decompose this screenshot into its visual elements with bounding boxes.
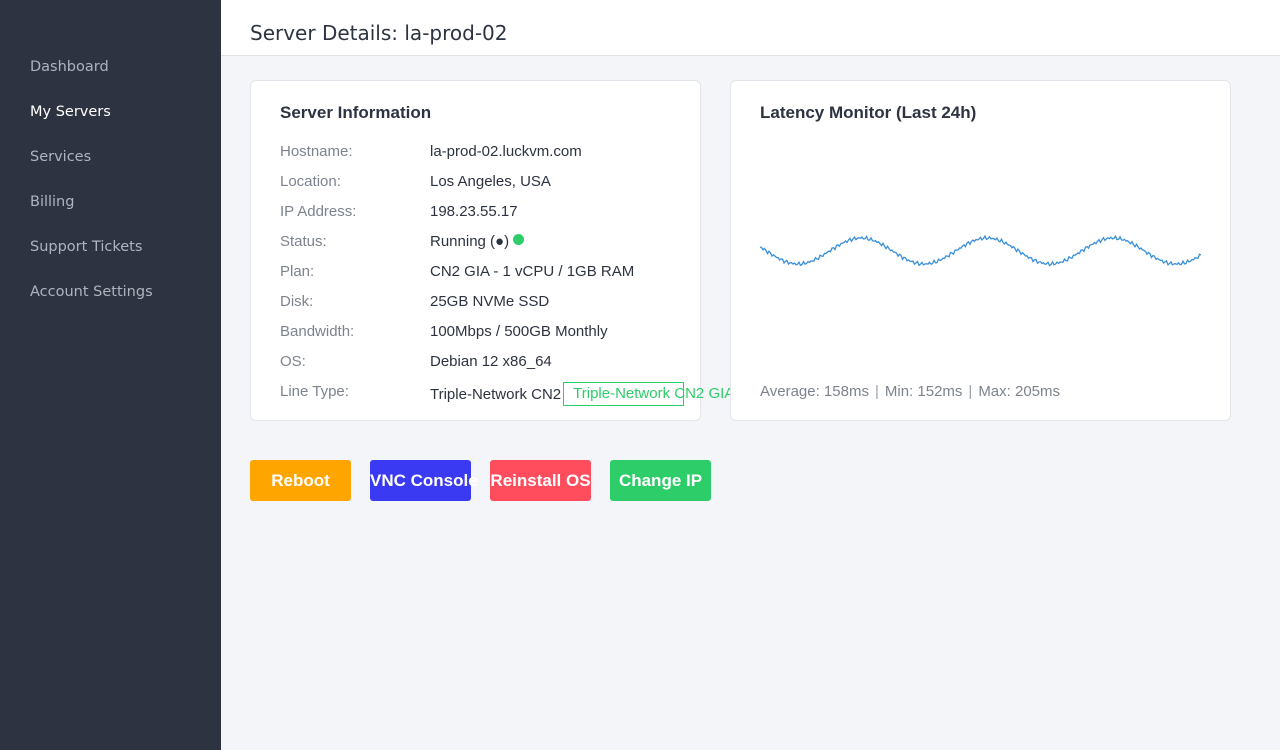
server-info-title: Server Information (280, 103, 432, 122)
page-header: Server Details: la-prod-02 (221, 0, 1280, 56)
latency-summary: Average: 158ms | Min: 152ms | Max: 205ms (760, 383, 1060, 400)
sidebar-item-support-tickets[interactable]: Support Tickets (30, 239, 142, 255)
reinstall-os-button[interactable]: Reinstall OS (490, 460, 591, 501)
status-dot-icon (513, 234, 525, 245)
status-value-wrap: Running (●) (430, 233, 525, 250)
info-row-os: OS: Debian 12 x86_64 (280, 353, 720, 373)
separator: | (874, 383, 879, 400)
line-type-value: Triple-Network CN2 (430, 386, 562, 403)
os-label: OS: (280, 353, 306, 370)
sidebar-item-billing[interactable]: Billing (30, 194, 74, 210)
latency-chart (760, 234, 1201, 267)
info-row-location: Location: Los Angeles, USA (280, 173, 720, 193)
change-ip-button[interactable]: Change IP (610, 460, 711, 501)
disk-label: Disk: (280, 293, 314, 310)
ip-address-label: IP Address: (280, 203, 357, 220)
info-row-line-type: Line Type: Triple-Network CN2 Triple-Netw… (280, 382, 734, 406)
location-label: Location: (280, 173, 341, 190)
hostname-label: Hostname: (280, 143, 353, 160)
server-info-card: Server Information Hostname: la-prod-02.… (250, 80, 734, 421)
info-row-disk: Disk: 25GB NVMe SSD (280, 293, 720, 313)
info-row-bandwidth: Bandwidth: 100Mbps / 500GB Monthly (280, 323, 720, 343)
reboot-button[interactable]: Reboot (250, 460, 351, 501)
line-type-value-wrap: Triple-Network CN2 Triple-Network CN2 GIA (430, 382, 734, 407)
bandwidth-value: 100Mbps / 500GB Monthly (430, 323, 608, 340)
info-row-plan: Plan: CN2 GIA - 1 vCPU / 1GB RAM (280, 263, 720, 283)
bandwidth-label: Bandwidth: (280, 323, 355, 340)
latency-line (760, 234, 1201, 267)
latency-monitor-title: Latency Monitor (Last 24h) (760, 103, 977, 122)
hostname-value: la-prod-02.luckvm.com (430, 143, 582, 160)
sidebar-item-services[interactable]: Services (30, 149, 91, 165)
page-title: Server Details: la-prod-02 (250, 21, 508, 45)
sidebar: Dashboard My Servers Services Billing Su… (0, 0, 221, 750)
latency-max: Max: 205ms (978, 383, 1061, 400)
info-row-ip-address: IP Address: 198.23.55.17 (280, 203, 720, 223)
latency-average: Average: 158ms (760, 383, 869, 400)
sidebar-item-my-servers[interactable]: My Servers (30, 104, 111, 120)
plan-label: Plan: (280, 263, 315, 280)
info-row-status: Status: Running (●) (280, 233, 720, 253)
sidebar-item-account-settings[interactable]: Account Settings (30, 284, 153, 300)
latency-monitor-card: Latency Monitor (Last 24h) Average: 158m… (730, 80, 1231, 421)
status-value: Running (●) (430, 233, 510, 250)
separator: | (968, 383, 973, 400)
ip-address-value: 198.23.55.17 (430, 203, 518, 220)
disk-value: 25GB NVMe SSD (430, 293, 550, 310)
line-type-label: Line Type: (280, 383, 349, 400)
status-label: Status: (280, 233, 327, 250)
os-value: Debian 12 x86_64 (430, 353, 552, 370)
plan-value: CN2 GIA - 1 vCPU / 1GB RAM (430, 263, 635, 280)
vnc-console-button[interactable]: VNC Console (370, 460, 478, 501)
latency-min: Min: 152ms (884, 383, 963, 400)
info-row-hostname: Hostname: la-prod-02.luckvm.com (280, 143, 720, 163)
location-value: Los Angeles, USA (430, 173, 551, 190)
line-type-badge: Triple-Network CN2 GIA (563, 382, 734, 406)
sidebar-item-dashboard[interactable]: Dashboard (30, 59, 109, 75)
